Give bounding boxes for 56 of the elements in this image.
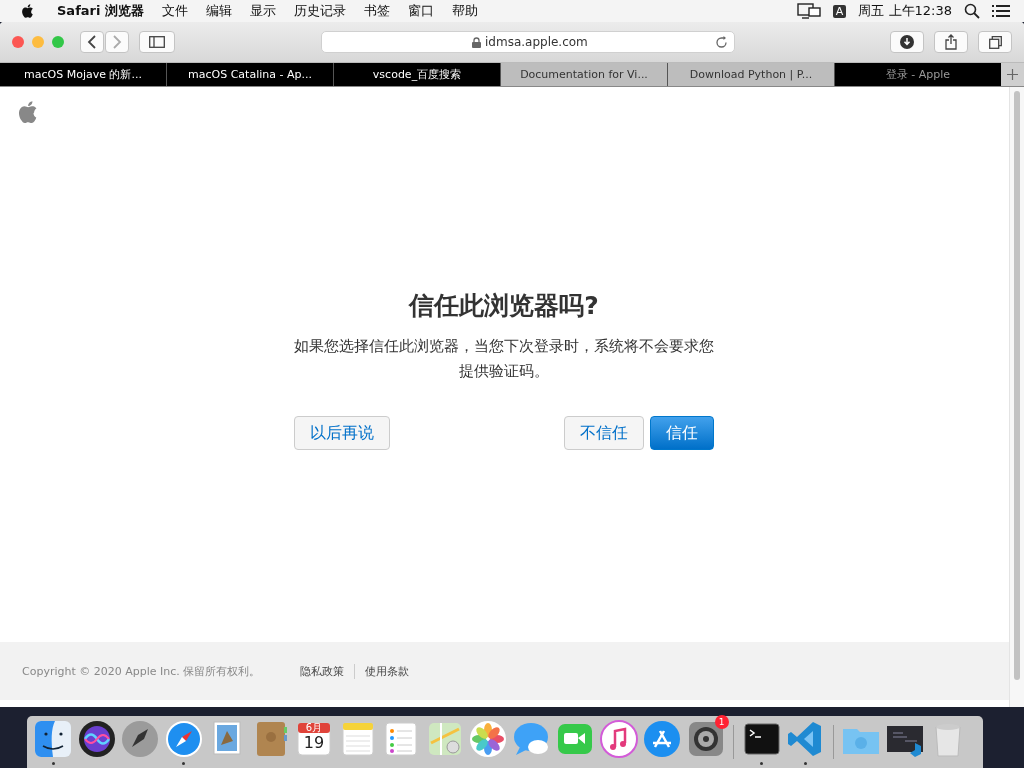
apple-menu-icon[interactable] [20, 3, 34, 19]
dialog-message: 如果您选择信任此浏览器，当您下次登录时，系统将不会要求您提供验证码。 [294, 336, 714, 382]
chevron-right-icon [112, 35, 122, 49]
browser-tab[interactable]: Documentation for Vi... [501, 63, 668, 86]
plus-icon [1007, 69, 1018, 80]
overlapping-squares-icon [988, 35, 1002, 49]
chevron-left-icon [87, 35, 97, 49]
dock-app-icon[interactable]: 6月 19 [294, 719, 334, 759]
search-icon[interactable] [964, 3, 980, 19]
compass-icon [163, 719, 204, 759]
close-button[interactable] [12, 36, 24, 48]
input-source-indicator[interactable]: A [832, 4, 847, 18]
dialog-button[interactable]: 不信任 [564, 416, 644, 450]
notification-badge: 1 [714, 715, 729, 729]
sidebar-icon [149, 36, 165, 48]
menu-item[interactable]: 显示 [240, 2, 285, 20]
menu-item[interactable]: 帮助 [442, 2, 487, 20]
calendar-month: 6月 [304, 722, 324, 734]
scrollbar[interactable] [1009, 87, 1024, 707]
dock-app-icon[interactable] [76, 719, 117, 759]
app-store-icon [642, 719, 682, 759]
menu-item[interactable]: 历史记录 [284, 2, 355, 20]
dialog-title: 信任此浏览器吗? [407, 290, 600, 322]
menu-item[interactable]: 文件 [152, 2, 197, 20]
dialog-button[interactable]: 以后再说 [294, 416, 390, 450]
tab-overview-button[interactable] [978, 31, 1012, 53]
downloads-button[interactable] [890, 31, 924, 53]
flower-icon [468, 719, 508, 759]
footer-link[interactable]: 隐私政策 [290, 663, 355, 679]
browser-tab[interactable]: Download Python | P... [668, 63, 835, 86]
address-field[interactable]: idmsa.apple.com [321, 31, 735, 53]
trust-button[interactable]: 信任 [650, 416, 714, 450]
siri-orb-icon [76, 719, 117, 759]
menu-item[interactable]: 编辑 [196, 2, 241, 20]
app-menu[interactable]: Safari 浏览器 [48, 2, 153, 20]
url-text: idmsa.apple.com [485, 35, 588, 49]
lock-icon [472, 36, 481, 48]
footer-link[interactable]: 使用条款 [354, 663, 420, 679]
music-note-icon [598, 719, 639, 759]
apple-logo-icon[interactable] [16, 99, 38, 125]
display-icon[interactable] [796, 3, 821, 19]
menu-item[interactable]: 窗口 [398, 2, 443, 20]
calendar-day: 19 [294, 734, 334, 752]
share-button[interactable] [934, 31, 968, 53]
back-button[interactable] [80, 31, 104, 53]
menu-item[interactable]: 书签 [354, 2, 399, 20]
list-icon[interactable] [992, 4, 1010, 18]
clock[interactable]: 周五 上午12:38 [858, 2, 952, 20]
dock-app-icon[interactable] [33, 719, 73, 759]
sidebar-button[interactable] [139, 31, 175, 53]
copyright-text: Copyright © 2020 Apple Inc. 保留所有权利。 [22, 663, 261, 679]
download-icon [900, 35, 914, 49]
reload-icon[interactable] [715, 35, 728, 49]
finder-face-icon [33, 719, 73, 759]
share-icon [945, 34, 957, 50]
new-tab-button[interactable] [1001, 63, 1024, 86]
